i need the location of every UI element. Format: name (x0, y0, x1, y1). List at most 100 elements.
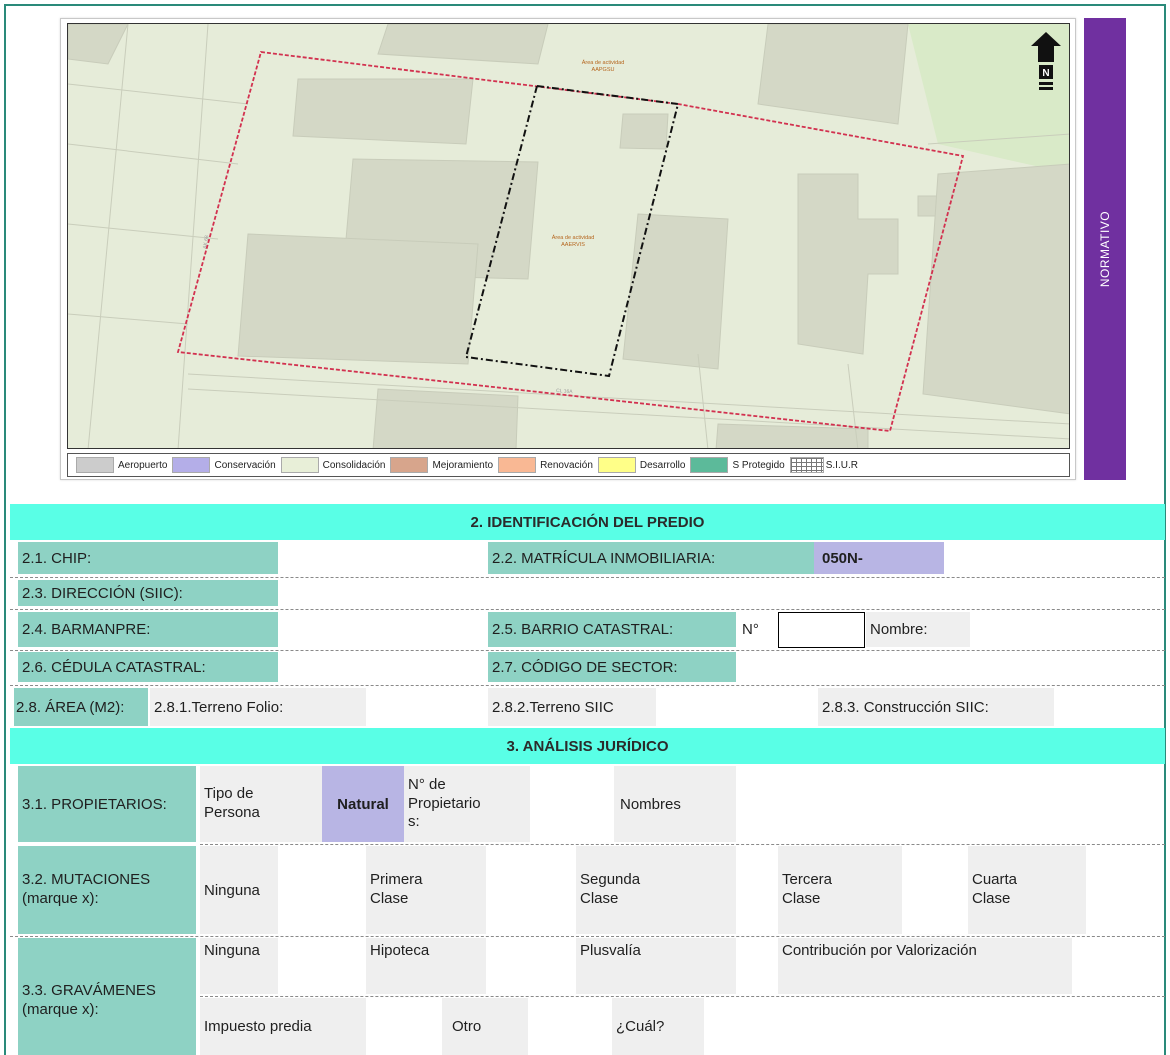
num-propietarios-line2: Propietario (408, 794, 481, 812)
matricula-label: 2.2. MATRÍCULA INMOBILIARIA: (488, 542, 814, 574)
divider (10, 936, 1165, 937)
terreno-siic-field[interactable] (656, 688, 818, 726)
label-aapgsu-line1: Área de actividad (582, 59, 625, 66)
section-2-title: 2. IDENTIFICACIÓN DEL PREDIO (470, 513, 705, 531)
legend-item: Renovación (498, 457, 593, 473)
mutacion-cuarta-line1: Cuarta (972, 871, 1018, 889)
propietarios-label: 3.1. PROPIETARIOS: (18, 766, 196, 842)
mutacion-segunda-line1: Segunda (580, 871, 641, 889)
mutacion-segunda-checkbox[interactable] (736, 846, 778, 934)
direccion-field[interactable] (278, 580, 1158, 606)
map-canvas[interactable]: Área de actividad AAPGSU Área de activid… (67, 23, 1070, 449)
legend-label: S.I.U.R (825, 459, 858, 471)
gravamen-hipoteca-checkbox[interactable] (486, 938, 576, 994)
gravamen-contribucion-label: Contribución por Valorización (778, 938, 1072, 994)
num-propietarios-line1: N° de (408, 775, 446, 793)
num-propietarios-label: N° de Propietario s: (404, 766, 530, 842)
chip-field[interactable] (278, 542, 488, 574)
normativo-tab[interactable]: NORMATIVO (1084, 18, 1126, 480)
mutaciones-line2: (marque x): (22, 890, 99, 907)
divider (10, 609, 1165, 610)
nombres-label: Nombres (614, 766, 736, 842)
legend-item: Mejoramiento (390, 457, 493, 473)
gravamenes-label: 3.3. GRAVÁMENES (marque x): (18, 938, 196, 1055)
label-aaervis-line2: AAERVIS (561, 242, 585, 248)
barrio-num-label: N° (742, 621, 759, 638)
legend-swatch (597, 457, 636, 473)
tipo-persona-line2: Persona (204, 804, 260, 821)
terreno-folio-label: 2.8.1.Terreno Folio: (150, 688, 366, 726)
gravamen-ninguna-checkbox[interactable] (278, 938, 366, 994)
legend-item: S.I.U.R (789, 457, 858, 473)
mutacion-segunda-label: Segunda Clase (576, 846, 736, 934)
legend-item: S Protegido (690, 457, 785, 473)
legend-item: Aeropuerto (76, 457, 167, 473)
legend-swatch (789, 457, 824, 473)
gravamen-cual-label: ¿Cuál? (612, 998, 704, 1055)
mutacion-ninguna-checkbox[interactable] (278, 846, 366, 934)
divider (10, 650, 1165, 651)
legend-label: Desarrollo (639, 459, 686, 471)
gravamen-cual-field[interactable] (704, 998, 1158, 1055)
barrio-num-field[interactable] (778, 612, 865, 648)
mutacion-primera-checkbox[interactable] (486, 846, 576, 934)
construccion-siic-label: 2.8.3. Construcción SIIC: (818, 688, 1054, 726)
mutacion-tercera-line1: Tercera (782, 871, 833, 889)
gravamen-plusvalia-checkbox[interactable] (736, 938, 778, 994)
cedula-label: 2.6. CÉDULA CATASTRAL: (18, 652, 278, 682)
terreno-siic-label: 2.8.2.Terreno SIIC (488, 688, 656, 726)
legend-swatch (76, 457, 114, 473)
codigo-sector-field[interactable] (736, 652, 1158, 682)
label-aapgsu-line2: AAPGSU (592, 67, 615, 73)
section-2-header: 2. IDENTIFICACIÓN DEL PREDIO (10, 504, 1165, 540)
tipo-persona-value[interactable]: Natural (322, 766, 404, 842)
barmanpre-label: 2.4. BARMANPRE: (18, 612, 278, 647)
divider (10, 685, 1165, 686)
chip-label: 2.1. CHIP: (18, 542, 278, 574)
mutaciones-line1: 3.2. MUTACIONES (22, 871, 151, 889)
legend-item: Desarrollo (597, 457, 686, 473)
mutacion-tercera-checkbox[interactable] (902, 846, 968, 934)
nombres-field[interactable] (736, 766, 1158, 842)
mutacion-cuarta-line2: Clase (972, 890, 1011, 907)
gravamen-otro-checkbox[interactable] (528, 998, 612, 1055)
gravamen-contribucion-checkbox[interactable] (1072, 938, 1158, 994)
gravamen-ninguna-label: Ninguna (200, 938, 278, 994)
legend-label: S Protegido (732, 459, 785, 471)
legend-swatch (390, 457, 429, 473)
legend-label: Conservación (214, 459, 276, 471)
legend-label: Aeropuerto (118, 459, 168, 471)
map-drawing: Área de actividad AAPGSU Área de activid… (68, 24, 1069, 448)
terreno-folio-field[interactable] (366, 688, 486, 726)
mutacion-tercera-line2: Clase (782, 890, 821, 907)
street-label-bottom: CL 16A (556, 388, 574, 395)
cedula-field[interactable] (278, 652, 488, 682)
legend-label: Consolidación (322, 459, 386, 471)
mutacion-primera-line1: Primera (370, 871, 423, 889)
gravamen-impuesto-checkbox[interactable] (366, 998, 442, 1055)
barrio-nombre-label: Nombre: (866, 612, 970, 647)
mutaciones-label: 3.2. MUTACIONES (marque x): (18, 846, 196, 934)
legend-item: Conservación (172, 457, 276, 473)
barrio-nombre-field[interactable] (970, 612, 1158, 647)
label-aaervis-line1: Área de actividad (552, 234, 595, 241)
barrio-label: 2.5. BARRIO CATASTRAL: (488, 612, 736, 647)
map-panel: Área de actividad AAPGSU Área de activid… (60, 18, 1076, 480)
legend-label: Mejoramiento (432, 459, 494, 471)
num-propietarios-field[interactable] (530, 766, 614, 842)
direccion-label: 2.3. DIRECCIÓN (SIIC): (18, 580, 278, 606)
legend-swatch (172, 457, 211, 473)
mutacion-cuarta-checkbox[interactable] (1086, 846, 1158, 934)
svg-text:N: N (1042, 68, 1049, 79)
construccion-siic-field[interactable] (1054, 688, 1158, 726)
legend-swatch (690, 457, 729, 473)
mutacion-ninguna-label: Ninguna (200, 846, 278, 934)
gravamen-otro-label: Otro (442, 998, 528, 1055)
divider (200, 844, 1165, 845)
matricula-value[interactable]: 050N- (814, 542, 944, 574)
area-label: 2.8. ÁREA (M2): (14, 688, 148, 726)
map-legend: Aeropuerto Conservación Consolidación Mejor… (67, 453, 1070, 477)
gravamen-impuesto-label: Impuesto predia (200, 998, 366, 1055)
barmanpre-field[interactable] (278, 612, 488, 647)
num-propietarios-line3: s: (408, 813, 420, 831)
